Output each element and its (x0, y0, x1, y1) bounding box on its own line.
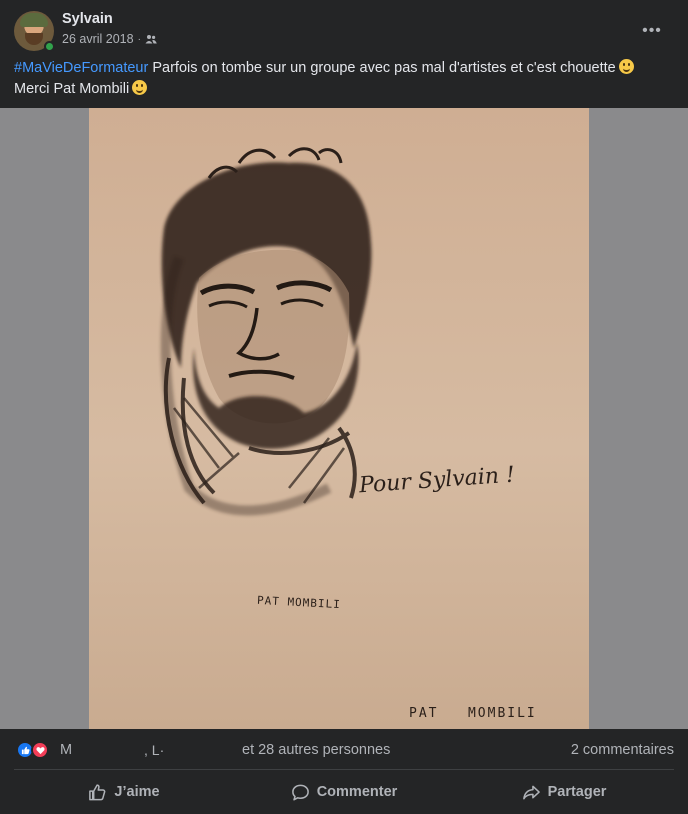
like-button-label: J’aime (114, 784, 160, 800)
share-button[interactable]: Partager (454, 774, 674, 810)
smile-emoji-icon (618, 59, 634, 74)
post-card: Sylvain 26 avril 2018 · ••• #MaVieDeForm… (0, 0, 688, 814)
like-button[interactable]: J’aime (14, 774, 234, 810)
comment-bubble-icon (291, 784, 309, 800)
smile-emoji-icon-2 (132, 80, 148, 95)
reactor-name-initial[interactable]: M (60, 742, 72, 758)
reactor-name-redacted (74, 741, 136, 757)
post-text: #MaVieDeFormateur Parfois on tombe sur u… (14, 58, 674, 100)
online-status-dot (44, 41, 55, 52)
post-actions: J’aime Commenter Partager (14, 774, 674, 810)
sketch-paper: Pour Sylvain ! PAT MOMBILI PAT MOMBILI (89, 108, 589, 729)
love-icon (31, 741, 49, 759)
comments-count-link[interactable]: 2 commentaires (571, 742, 674, 758)
share-button-label: Partager (547, 784, 607, 800)
avatar-cap (20, 13, 48, 27)
post-date[interactable]: 26 avril 2018 (62, 32, 134, 46)
post-header: Sylvain 26 avril 2018 · ••• (14, 11, 674, 52)
author-name[interactable]: Sylvain (62, 11, 113, 27)
post-meta: 26 avril 2018 · (62, 32, 157, 46)
portrait-sketch (160, 147, 372, 516)
actions-divider (14, 769, 674, 770)
comment-button-label: Commenter (316, 784, 398, 800)
post-text-line1: Parfois on tombe sur un groupe avec pas … (148, 60, 616, 76)
signature-large: PAT MOMBILI (409, 706, 537, 721)
avatar-beard (25, 33, 43, 45)
reaction-icons[interactable] (16, 741, 56, 761)
post-photo[interactable]: Pour Sylvain ! PAT MOMBILI PAT MOMBILI (0, 108, 688, 729)
reactions-bar: M , L· et 28 autres personnes 2 commenta… (14, 737, 674, 763)
more-options-button[interactable]: ••• (638, 17, 666, 45)
hashtag-link[interactable]: #MaVieDeFormateur (14, 60, 148, 76)
meta-separator: · (137, 33, 141, 45)
comment-button[interactable]: Commenter (234, 774, 454, 810)
reactor-name-second[interactable]: , L· (144, 742, 164, 758)
thumbs-up-icon (89, 783, 106, 800)
share-arrow-icon (522, 785, 540, 799)
friends-icon[interactable] (145, 34, 157, 44)
reactions-others-link[interactable]: et 28 autres personnes (242, 742, 390, 758)
post-text-line2: Merci Pat Mombili (14, 81, 130, 97)
